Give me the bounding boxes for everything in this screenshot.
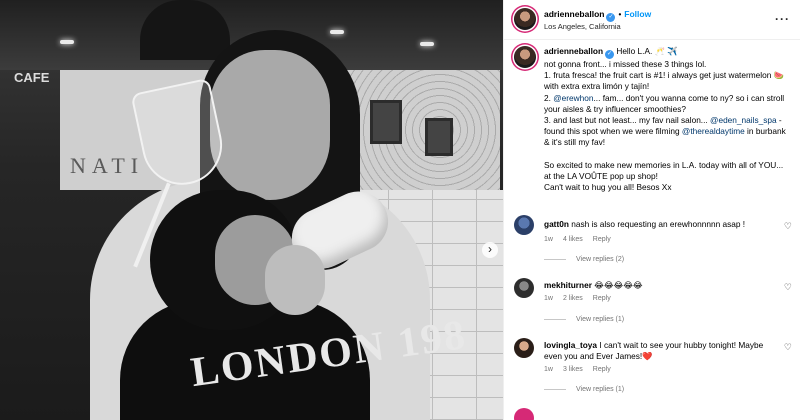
heart-icon[interactable]: ♡ [784,342,792,353]
chevron-right-icon[interactable]: › [482,242,498,258]
caption-line: So excited to make new memories in L.A. … [544,159,784,181]
post-author: adrienneballon ✓ • Follow [544,9,651,22]
comment-meta: 1w 2 likes Reply [544,295,621,302]
comment-time: 1w [544,366,553,373]
reply-button[interactable]: Reply [593,236,611,243]
comment-username[interactable]: gatt0n [544,219,569,229]
caption-line: 2. @erewhon... fam... don't you wanna co… [544,92,785,114]
ceiling-light [330,30,344,34]
commenter-avatar[interactable] [514,338,534,358]
comment-likes[interactable]: 2 likes [563,295,583,302]
caption-line: not gonna front... i missed these 3 thin… [544,59,707,69]
heart-icon[interactable]: ♡ [784,282,792,293]
reply-button[interactable]: Reply [593,295,611,302]
post-side-panel: adrienneballon ✓ • Follow Los Angeles, Cali… [503,0,800,420]
wall-frame [425,118,453,156]
wall-frame [370,100,402,144]
avatar[interactable] [514,8,536,30]
caption-first-line: adrienneballon ✓ Hello L.A. 🥂 ✈️ [544,46,791,59]
comment-username[interactable]: lovingla_toya [544,340,597,350]
comment-meta: 1w 4 likes Reply [544,236,621,243]
comment-time: 1w [544,236,553,243]
post-photo[interactable]: CAFE NATI LONDON 198 › [0,0,503,420]
follow-button[interactable]: Follow [624,9,651,19]
commenter-avatar[interactable] [514,278,534,298]
more-options-icon[interactable]: ··· [775,12,790,26]
sign-text: NATI [70,153,145,178]
heart-icon[interactable]: ♡ [784,221,792,232]
verified-icon: ✓ [605,50,615,59]
comment-text: lovingla_toya I can't wait to see your h… [544,340,774,362]
commenter-avatar[interactable] [514,408,534,420]
comment-time: 1w [544,295,553,302]
caption-text: 3. and last but not least... my fav nail… [544,115,711,126]
caption-greeting: Hello L.A. 🥂 ✈️ [616,46,678,56]
comment-username[interactable]: mekhiturner [544,280,592,290]
ceiling-light [60,40,74,44]
comment-content: nash is also requesting an erewhonnnnn a… [568,219,746,229]
view-replies-button[interactable]: View replies (1) [544,316,624,323]
view-replies-button[interactable]: View replies (1) [544,386,624,393]
caption-line: Can't wait to hug you all! Besos Xx [544,182,672,193]
commenter-avatar[interactable] [514,215,534,235]
caption-username[interactable]: adrienneballon [544,46,603,56]
view-replies-button[interactable]: View replies (2) [544,256,624,263]
mention-link[interactable]: @erewhon [553,93,593,103]
separator-dot: • [618,10,622,19]
cafe-sign: CAFE [14,70,50,85]
caption-line: 3. and last but not least... my fav nail… [544,115,791,149]
woman-face [210,50,330,200]
comment-text: gatt0n nash is also requesting an erewho… [544,219,774,230]
comment-likes[interactable]: 3 likes [563,366,583,373]
reply-button[interactable]: Reply [593,366,611,373]
comment-content: 😂😂😂😂😂 [591,280,643,290]
ceiling-light [420,42,434,46]
comment-meta: 1w 3 likes Reply [544,366,621,373]
username-link[interactable]: adrienneballon [544,9,604,19]
mention-link[interactable]: @therealdaytime [682,126,745,136]
mention-link[interactable]: @eden_nails_spa [710,115,777,125]
verified-icon: ✓ [606,13,616,22]
comment-likes[interactable]: 4 likes [563,236,583,243]
location-link[interactable]: Los Angeles, California [544,22,621,31]
comment-text: mekhiturner 😂😂😂😂😂 [544,280,774,291]
hand [265,245,325,315]
post-caption: adrienneballon ✓ Hello L.A. 🥂 ✈️ not gonn… [504,40,800,193]
caption-line: 1. fruta fresca! the fruit cart is #1! i… [544,70,784,92]
post-header: adrienneballon ✓ • Follow Los Angeles, Cali… [504,0,800,40]
